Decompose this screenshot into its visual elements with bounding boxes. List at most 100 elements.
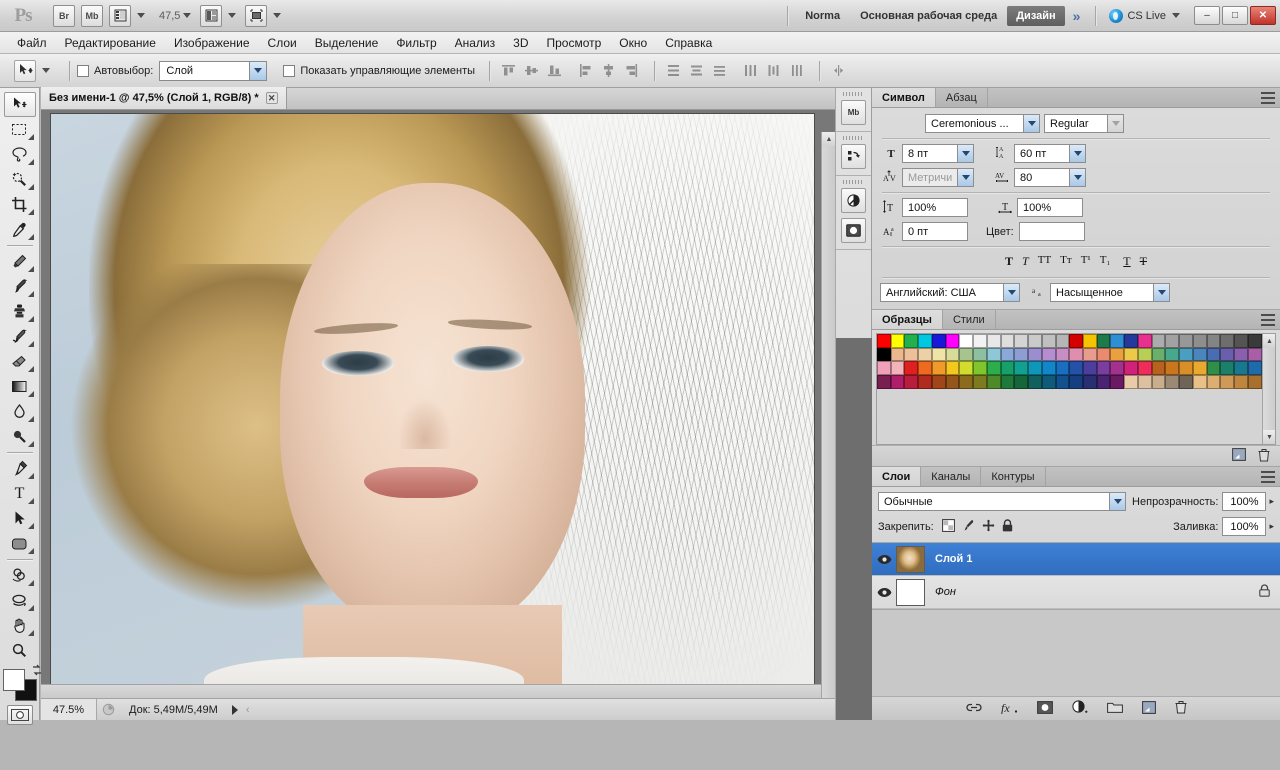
color-swatch[interactable] [1069,361,1083,375]
color-swatch[interactable] [973,348,987,362]
menu-layers[interactable]: Слои [259,32,306,54]
color-swatch[interactable] [1069,334,1083,348]
color-swatch[interactable] [1083,348,1097,362]
color-swatch[interactable] [1220,334,1234,348]
color-swatch[interactable] [932,348,946,362]
layer-style-icon[interactable]: fx [1001,701,1018,717]
color-swatch[interactable] [1193,334,1207,348]
swatches-scrollbar[interactable]: ▲ ▼ [1262,334,1275,444]
align-top-edges-icon[interactable] [497,60,519,82]
color-swatch[interactable] [1165,334,1179,348]
all-caps-button[interactable]: TT [1038,254,1051,269]
color-swatch[interactable] [1014,361,1028,375]
new-adjustment-layer-icon[interactable] [1072,700,1088,717]
panel-menu-icon[interactable] [1261,314,1275,326]
layer-name[interactable]: Фон [925,586,956,598]
menu-edit[interactable]: Редактирование [56,32,165,54]
masks-panel-icon[interactable] [841,218,866,243]
color-swatch[interactable] [987,334,1001,348]
color-swatch[interactable] [877,334,891,348]
history-panel-icon[interactable] [841,144,866,169]
dock-grip[interactable] [843,180,864,184]
rounded-rectangle-tool[interactable] [4,531,36,556]
zoom-tool[interactable] [4,638,36,663]
color-swatch[interactable] [1124,375,1138,389]
screen-mode-caret[interactable] [273,13,281,18]
color-swatch[interactable] [904,348,918,362]
view-extras-caret[interactable] [137,13,145,18]
color-swatch[interactable] [932,334,946,348]
layer-visibility-icon[interactable] [872,587,896,598]
color-swatch[interactable] [1097,334,1111,348]
lock-position-icon[interactable] [982,519,995,535]
color-swatch[interactable] [1097,361,1111,375]
cs-live-button[interactable]: CS Live [1103,9,1186,23]
color-swatch[interactable] [1207,348,1221,362]
color-swatch[interactable] [1069,348,1083,362]
bridge-button[interactable]: Br [53,5,75,27]
auto-select-checkbox[interactable] [77,65,89,77]
color-swatch[interactable] [1152,375,1166,389]
color-swatch[interactable] [1028,334,1042,348]
eyedropper-tool[interactable] [4,217,36,242]
menu-file[interactable]: Файл [8,32,56,54]
mini-bridge-panel-icon[interactable]: Mb [841,100,866,125]
color-swatch[interactable] [959,375,973,389]
color-swatch[interactable] [891,375,905,389]
tracking-input[interactable]: 80 [1014,168,1086,187]
brush-tool[interactable] [4,274,36,299]
superscript-button[interactable]: T¹ [1081,254,1091,269]
color-swatch[interactable] [1097,348,1111,362]
status-resize-grip[interactable]: ‹ [246,704,250,716]
color-swatch[interactable] [959,361,973,375]
color-swatch[interactable] [1083,334,1097,348]
font-style-dropdown[interactable]: Regular [1044,114,1124,133]
layer-visibility-icon[interactable] [872,554,896,565]
pen-tool[interactable] [4,456,36,481]
color-swatch[interactable] [973,334,987,348]
menu-window[interactable]: Окно [610,32,656,54]
eraser-tool[interactable] [4,349,36,374]
new-layer-icon[interactable] [1142,701,1156,717]
link-layers-icon[interactable] [966,702,982,716]
delete-layer-icon[interactable] [1175,700,1187,717]
arrange-documents-caret[interactable] [228,13,236,18]
tab-paragraph[interactable]: Абзац [936,88,988,107]
canvas-viewport[interactable]: ▲ ▼ [41,110,835,698]
align-horizontal-centers-icon[interactable] [597,60,619,82]
color-swatch[interactable] [1083,361,1097,375]
color-swatch[interactable] [1056,361,1070,375]
color-swatch[interactable] [1001,348,1015,362]
zoom-level-display[interactable]: 47,5 [159,10,180,22]
rectangular-marquee-tool[interactable] [4,117,36,142]
tab-paths[interactable]: Контуры [981,467,1045,486]
workspace-essentials[interactable]: Основная рабочая среда [850,10,1007,22]
color-swatch[interactable] [1179,375,1193,389]
color-swatch[interactable] [1001,334,1015,348]
dock-grip[interactable] [843,92,864,96]
color-swatch[interactable] [1110,348,1124,362]
strikethrough-button[interactable]: T [1140,254,1147,269]
font-size-input[interactable]: 8 пт [902,144,974,163]
color-swatch[interactable] [1069,375,1083,389]
tab-styles[interactable]: Стили [943,310,996,329]
swatches-grid-container[interactable]: ▲ ▼ [876,333,1276,445]
color-swatch[interactable] [987,348,1001,362]
color-swatch[interactable] [877,375,891,389]
color-swatch[interactable] [1042,361,1056,375]
color-swatch[interactable] [1056,334,1070,348]
align-right-edges-icon[interactable] [620,60,642,82]
color-swatch[interactable] [1056,375,1070,389]
menu-3d[interactable]: 3D [504,32,537,54]
color-swatch[interactable] [918,348,932,362]
color-swatch[interactable] [1207,334,1221,348]
blend-mode-dropdown[interactable]: Обычные [878,492,1126,511]
color-swatch[interactable] [1124,348,1138,362]
color-swatch[interactable] [1193,348,1207,362]
color-swatch[interactable] [904,334,918,348]
color-swatch[interactable] [1028,361,1042,375]
color-swatch[interactable] [932,375,946,389]
panel-menu-icon[interactable] [1261,471,1275,483]
color-swatch[interactable] [1138,348,1152,362]
opacity-slider-arrow[interactable]: ▸ [1269,496,1274,507]
